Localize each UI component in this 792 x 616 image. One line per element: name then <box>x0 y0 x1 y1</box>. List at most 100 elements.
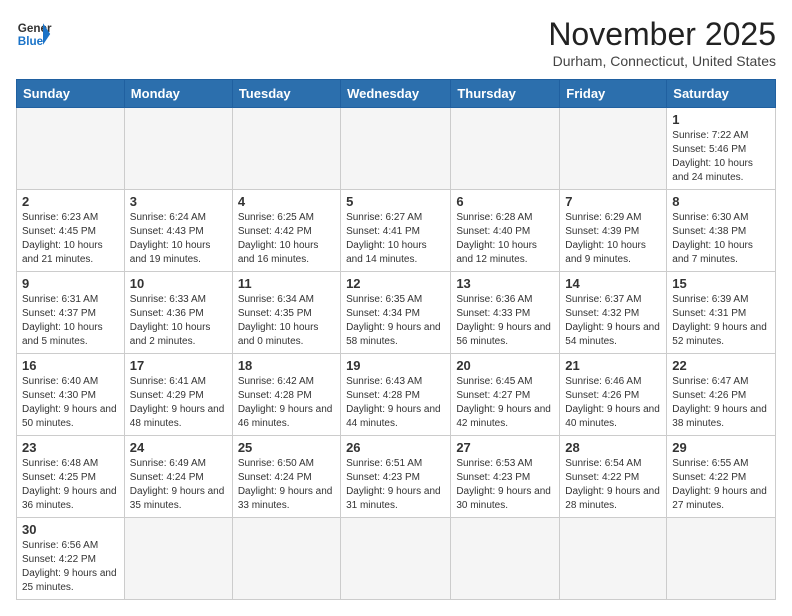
calendar-cell: 7 Sunrise: 6:29 AM Sunset: 4:39 PM Daylig… <box>560 190 667 272</box>
day-number: 23 <box>22 440 119 455</box>
day-number: 4 <box>238 194 335 209</box>
day-info: Sunrise: 6:43 AM Sunset: 4:28 PM Dayligh… <box>346 375 445 431</box>
day-number: 13 <box>456 276 554 291</box>
calendar-cell <box>341 108 451 190</box>
day-number: 25 <box>238 440 335 455</box>
day-number: 15 <box>672 276 770 291</box>
col-header-friday: Friday <box>560 80 667 108</box>
svg-text:Blue: Blue <box>18 35 44 48</box>
day-number: 6 <box>456 194 554 209</box>
day-number: 28 <box>565 440 661 455</box>
calendar-cell: 5 Sunrise: 6:27 AM Sunset: 4:41 PM Daylig… <box>341 190 451 272</box>
day-number: 1 <box>672 112 770 127</box>
day-info: Sunrise: 7:22 AM Sunset: 5:46 PM Dayligh… <box>672 129 770 185</box>
day-number: 24 <box>130 440 227 455</box>
day-number: 30 <box>22 522 119 537</box>
day-info: Sunrise: 6:23 AM Sunset: 4:45 PM Dayligh… <box>22 211 119 267</box>
logo: General Blue <box>16 16 52 52</box>
day-info: Sunrise: 6:30 AM Sunset: 4:38 PM Dayligh… <box>672 211 770 267</box>
day-info: Sunrise: 6:36 AM Sunset: 4:33 PM Dayligh… <box>456 293 554 349</box>
calendar-cell: 13 Sunrise: 6:36 AM Sunset: 4:33 PM Dayli… <box>451 272 560 354</box>
day-info: Sunrise: 6:41 AM Sunset: 4:29 PM Dayligh… <box>130 375 227 431</box>
calendar-cell <box>341 518 451 600</box>
day-number: 2 <box>22 194 119 209</box>
day-info: Sunrise: 6:50 AM Sunset: 4:24 PM Dayligh… <box>238 457 335 513</box>
calendar-cell <box>667 518 776 600</box>
calendar-cell: 28 Sunrise: 6:54 AM Sunset: 4:22 PM Dayli… <box>560 436 667 518</box>
calendar-cell <box>232 108 340 190</box>
week-row-3: 9 Sunrise: 6:31 AM Sunset: 4:37 PM Daylig… <box>17 272 776 354</box>
calendar-cell: 9 Sunrise: 6:31 AM Sunset: 4:37 PM Daylig… <box>17 272 125 354</box>
day-number: 27 <box>456 440 554 455</box>
day-info: Sunrise: 6:47 AM Sunset: 4:26 PM Dayligh… <box>672 375 770 431</box>
day-info: Sunrise: 6:46 AM Sunset: 4:26 PM Dayligh… <box>565 375 661 431</box>
calendar-cell: 12 Sunrise: 6:35 AM Sunset: 4:34 PM Dayli… <box>341 272 451 354</box>
calendar-cell: 23 Sunrise: 6:48 AM Sunset: 4:25 PM Dayli… <box>17 436 125 518</box>
col-header-tuesday: Tuesday <box>232 80 340 108</box>
day-number: 26 <box>346 440 445 455</box>
calendar-cell: 20 Sunrise: 6:45 AM Sunset: 4:27 PM Dayli… <box>451 354 560 436</box>
day-number: 5 <box>346 194 445 209</box>
calendar-cell: 4Sunrise: 6:25 AM Sunset: 4:42 PM Daylig… <box>232 190 340 272</box>
calendar-cell <box>451 518 560 600</box>
calendar-cell: 26 Sunrise: 6:51 AM Sunset: 4:23 PM Dayli… <box>341 436 451 518</box>
day-info: Sunrise: 6:40 AM Sunset: 4:30 PM Dayligh… <box>22 375 119 431</box>
col-header-thursday: Thursday <box>451 80 560 108</box>
day-number: 9 <box>22 276 119 291</box>
day-info: Sunrise: 6:28 AM Sunset: 4:40 PM Dayligh… <box>456 211 554 267</box>
calendar-cell <box>17 108 125 190</box>
day-number: 17 <box>130 358 227 373</box>
day-number: 10 <box>130 276 227 291</box>
day-info: Sunrise: 6:34 AM Sunset: 4:35 PM Dayligh… <box>238 293 335 349</box>
calendar-cell <box>124 518 232 600</box>
calendar-table: SundayMondayTuesdayWednesdayThursdayFrid… <box>16 79 776 600</box>
calendar-cell <box>451 108 560 190</box>
day-number: 8 <box>672 194 770 209</box>
day-number: 12 <box>346 276 445 291</box>
day-info: Sunrise: 6:56 AM Sunset: 4:22 PM Dayligh… <box>22 539 119 595</box>
day-info: Sunrise: 6:35 AM Sunset: 4:34 PM Dayligh… <box>346 293 445 349</box>
day-info: Sunrise: 6:54 AM Sunset: 4:22 PM Dayligh… <box>565 457 661 513</box>
calendar-cell: 25 Sunrise: 6:50 AM Sunset: 4:24 PM Dayli… <box>232 436 340 518</box>
day-info: Sunrise: 6:27 AM Sunset: 4:41 PM Dayligh… <box>346 211 445 267</box>
day-info: Sunrise: 6:31 AM Sunset: 4:37 PM Dayligh… <box>22 293 119 349</box>
day-info: Sunrise: 6:37 AM Sunset: 4:32 PM Dayligh… <box>565 293 661 349</box>
calendar-cell: 14 Sunrise: 6:37 AM Sunset: 4:32 PM Dayli… <box>560 272 667 354</box>
calendar-cell: 8 Sunrise: 6:30 AM Sunset: 4:38 PM Daylig… <box>667 190 776 272</box>
day-number: 18 <box>238 358 335 373</box>
calendar-cell: 22 Sunrise: 6:47 AM Sunset: 4:26 PM Dayli… <box>667 354 776 436</box>
calendar-cell: 10Sunrise: 6:33 AM Sunset: 4:36 PM Dayli… <box>124 272 232 354</box>
day-number: 20 <box>456 358 554 373</box>
calendar-header-row: SundayMondayTuesdayWednesdayThursdayFrid… <box>17 80 776 108</box>
day-info: Sunrise: 6:53 AM Sunset: 4:23 PM Dayligh… <box>456 457 554 513</box>
day-info: Sunrise: 6:29 AM Sunset: 4:39 PM Dayligh… <box>565 211 661 267</box>
calendar-cell: 19Sunrise: 6:43 AM Sunset: 4:28 PM Dayli… <box>341 354 451 436</box>
day-info: Sunrise: 6:45 AM Sunset: 4:27 PM Dayligh… <box>456 375 554 431</box>
day-info: Sunrise: 6:48 AM Sunset: 4:25 PM Dayligh… <box>22 457 119 513</box>
title-block: November 2025 Durham, Connecticut, Unite… <box>548 16 776 69</box>
col-header-monday: Monday <box>124 80 232 108</box>
page-header: General Blue November 2025 Durham, Conne… <box>16 16 776 69</box>
calendar-cell <box>232 518 340 600</box>
day-number: 7 <box>565 194 661 209</box>
location-label: Durham, Connecticut, United States <box>548 53 776 69</box>
calendar-cell: 2 Sunrise: 6:23 AM Sunset: 4:45 PM Daylig… <box>17 190 125 272</box>
day-info: Sunrise: 6:51 AM Sunset: 4:23 PM Dayligh… <box>346 457 445 513</box>
calendar-cell: 1 Sunrise: 7:22 AM Sunset: 5:46 PM Daylig… <box>667 108 776 190</box>
calendar-cell: 30 Sunrise: 6:56 AM Sunset: 4:22 PM Dayli… <box>17 518 125 600</box>
week-row-1: 1 Sunrise: 7:22 AM Sunset: 5:46 PM Daylig… <box>17 108 776 190</box>
calendar-cell: 24 Sunrise: 6:49 AM Sunset: 4:24 PM Dayli… <box>124 436 232 518</box>
calendar-cell: 6 Sunrise: 6:28 AM Sunset: 4:40 PM Daylig… <box>451 190 560 272</box>
calendar-cell: 15Sunrise: 6:39 AM Sunset: 4:31 PM Dayli… <box>667 272 776 354</box>
day-number: 22 <box>672 358 770 373</box>
week-row-6: 30 Sunrise: 6:56 AM Sunset: 4:22 PM Dayli… <box>17 518 776 600</box>
calendar-cell: 3Sunrise: 6:24 AM Sunset: 4:43 PM Daylig… <box>124 190 232 272</box>
day-info: Sunrise: 6:24 AM Sunset: 4:43 PM Dayligh… <box>130 211 227 267</box>
calendar-cell: 27 Sunrise: 6:53 AM Sunset: 4:23 PM Dayli… <box>451 436 560 518</box>
calendar-cell <box>124 108 232 190</box>
day-number: 11 <box>238 276 335 291</box>
day-number: 14 <box>565 276 661 291</box>
calendar-cell <box>560 108 667 190</box>
calendar-cell: 29Sunrise: 6:55 AM Sunset: 4:22 PM Dayli… <box>667 436 776 518</box>
day-info: Sunrise: 6:49 AM Sunset: 4:24 PM Dayligh… <box>130 457 227 513</box>
